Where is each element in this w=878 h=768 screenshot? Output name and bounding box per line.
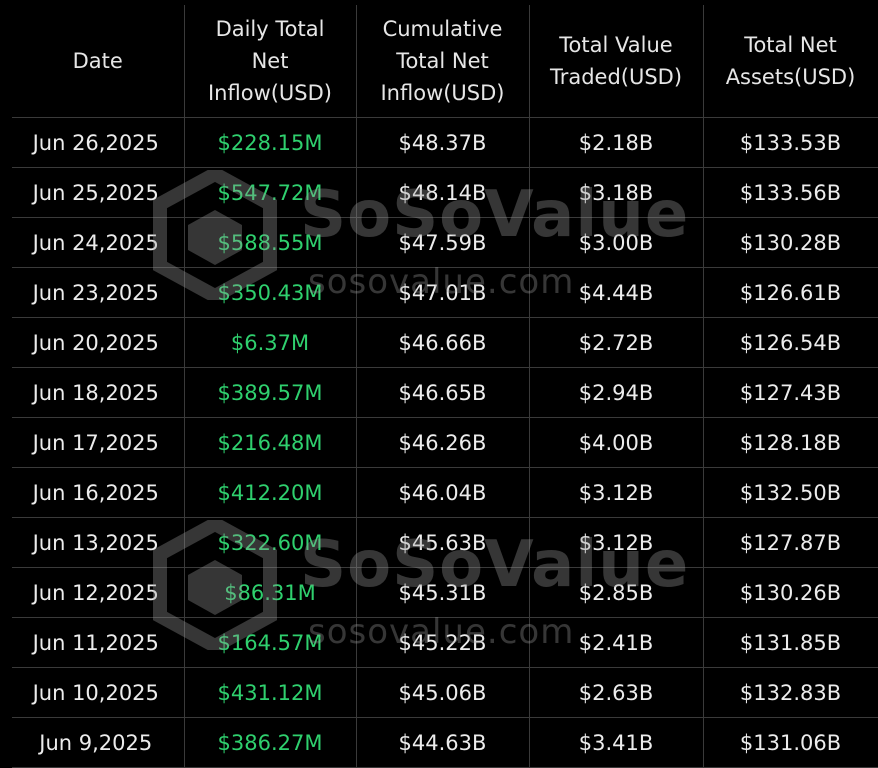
cell-date: Jun 17,2025 (12, 417, 185, 468)
cell-net-assets: $131.06B (702, 717, 878, 768)
table-row: Jun 17,2025 $216.48M $46.26B $4.00B $128… (12, 417, 878, 468)
header-cumulative-net-inflow: Cumulative Total Net Inflow(USD) (355, 5, 530, 118)
cell-value-traded: $4.44B (528, 267, 704, 318)
cell-daily-inflow: $412.20M (183, 467, 357, 518)
header-line: Inflow(USD) (207, 81, 332, 105)
table-row: Jun 16,2025 $412.20M $46.04B $3.12B $132… (12, 467, 878, 518)
table-row: Jun 26,2025 $228.15M $48.37B $2.18B $133… (12, 117, 878, 168)
cell-date: Jun 9,2025 (12, 717, 185, 768)
cell-net-assets: $133.53B (702, 117, 878, 168)
cell-cumulative-inflow: $47.01B (355, 267, 530, 318)
cell-daily-inflow: $216.48M (183, 417, 357, 468)
table-body: Jun 26,2025 $228.15M $48.37B $2.18B $133… (12, 117, 878, 768)
cell-net-assets: $133.56B (702, 167, 878, 218)
cell-net-assets: $128.18B (702, 417, 878, 468)
cell-cumulative-inflow: $48.14B (355, 167, 530, 218)
cell-cumulative-inflow: $46.65B (355, 367, 530, 418)
cell-date: Jun 25,2025 (12, 167, 185, 218)
cell-value-traded: $2.63B (528, 667, 704, 718)
header-line: Total Net (396, 49, 489, 73)
cell-value-traded: $2.85B (528, 567, 704, 618)
cell-daily-inflow: $6.37M (183, 317, 357, 368)
cell-daily-inflow: $322.60M (183, 517, 357, 568)
table-row: Jun 25,2025 $547.72M $48.14B $3.18B $133… (12, 167, 878, 218)
table-header-row: Date Daily Total Net Inflow(USD) Cumulat… (12, 5, 878, 118)
cell-net-assets: $132.50B (702, 467, 878, 518)
table-row: Jun 9,2025 $386.27M $44.63B $3.41B $131.… (12, 717, 878, 768)
header-line: Total Value (559, 33, 673, 57)
header-date-label: Date (72, 49, 123, 73)
cell-daily-inflow: $431.12M (183, 667, 357, 718)
cell-net-assets: $127.43B (702, 367, 878, 418)
cell-cumulative-inflow: $44.63B (355, 717, 530, 768)
table-row: Jun 24,2025 $588.55M $47.59B $3.00B $130… (12, 217, 878, 268)
cell-date: Jun 18,2025 (12, 367, 185, 418)
cell-cumulative-inflow: $45.31B (355, 567, 530, 618)
cell-value-traded: $2.72B (528, 317, 704, 368)
cell-net-assets: $130.26B (702, 567, 878, 618)
cell-daily-inflow: $386.27M (183, 717, 357, 768)
cell-daily-inflow: $547.72M (183, 167, 357, 218)
cell-daily-inflow: $350.43M (183, 267, 357, 318)
cell-net-assets: $130.28B (702, 217, 878, 268)
cell-date: Jun 12,2025 (12, 567, 185, 618)
cell-value-traded: $3.12B (528, 467, 704, 518)
header-line: Cumulative (382, 17, 503, 41)
etf-flow-table: Date Daily Total Net Inflow(USD) Cumulat… (12, 5, 878, 768)
cell-cumulative-inflow: $47.59B (355, 217, 530, 268)
table-row: Jun 10,2025 $431.12M $45.06B $2.63B $132… (12, 667, 878, 718)
table-row: Jun 23,2025 $350.43M $47.01B $4.44B $126… (12, 267, 878, 318)
cell-value-traded: $3.00B (528, 217, 704, 268)
cell-date: Jun 11,2025 (12, 617, 185, 668)
table-row: Jun 11,2025 $164.57M $45.22B $2.41B $131… (12, 617, 878, 668)
cell-date: Jun 13,2025 (12, 517, 185, 568)
cell-value-traded: $2.41B (528, 617, 704, 668)
cell-net-assets: $126.61B (702, 267, 878, 318)
cell-value-traded: $2.18B (528, 117, 704, 168)
cell-daily-inflow: $164.57M (183, 617, 357, 668)
cell-cumulative-inflow: $45.22B (355, 617, 530, 668)
cell-cumulative-inflow: $48.37B (355, 117, 530, 168)
cell-value-traded: $4.00B (528, 417, 704, 468)
cell-date: Jun 26,2025 (12, 117, 185, 168)
header-line: Daily Total (215, 17, 325, 41)
cell-cumulative-inflow: $46.26B (355, 417, 530, 468)
header-total-net-assets: Total Net Assets(USD) (702, 5, 878, 118)
header-line: Assets(USD) (725, 65, 856, 89)
cell-daily-inflow: $389.57M (183, 367, 357, 418)
header-daily-net-inflow: Daily Total Net Inflow(USD) (183, 5, 357, 118)
header-line: Net (251, 49, 289, 73)
table-row: Jun 13,2025 $322.60M $45.63B $3.12B $127… (12, 517, 878, 568)
cell-net-assets: $127.87B (702, 517, 878, 568)
cell-daily-inflow: $588.55M (183, 217, 357, 268)
table-row: Jun 18,2025 $389.57M $46.65B $2.94B $127… (12, 367, 878, 418)
cell-value-traded: $3.41B (528, 717, 704, 768)
cell-date: Jun 16,2025 (12, 467, 185, 518)
cell-value-traded: $3.18B (528, 167, 704, 218)
cell-date: Jun 23,2025 (12, 267, 185, 318)
cell-net-assets: $131.85B (702, 617, 878, 668)
cell-daily-inflow: $86.31M (183, 567, 357, 618)
cell-cumulative-inflow: $45.63B (355, 517, 530, 568)
cell-net-assets: $126.54B (702, 317, 878, 368)
cell-value-traded: $3.12B (528, 517, 704, 568)
cell-date: Jun 10,2025 (12, 667, 185, 718)
header-line: Total Net (744, 33, 837, 57)
etf-flow-table-container: Date Daily Total Net Inflow(USD) Cumulat… (12, 5, 878, 768)
header-date: Date (12, 5, 185, 118)
header-total-value-traded: Total Value Traded(USD) (528, 5, 704, 118)
cell-cumulative-inflow: $45.06B (355, 667, 530, 718)
cell-cumulative-inflow: $46.66B (355, 317, 530, 368)
header-line: Traded(USD) (549, 65, 683, 89)
table-row: Jun 20,2025 $6.37M $46.66B $2.72B $126.5… (12, 317, 878, 368)
cell-daily-inflow: $228.15M (183, 117, 357, 168)
cell-net-assets: $132.83B (702, 667, 878, 718)
header-line: Inflow(USD) (380, 81, 505, 105)
cell-date: Jun 20,2025 (12, 317, 185, 368)
table-row: Jun 12,2025 $86.31M $45.31B $2.85B $130.… (12, 567, 878, 618)
cell-cumulative-inflow: $46.04B (355, 467, 530, 518)
cell-value-traded: $2.94B (528, 367, 704, 418)
cell-date: Jun 24,2025 (12, 217, 185, 268)
